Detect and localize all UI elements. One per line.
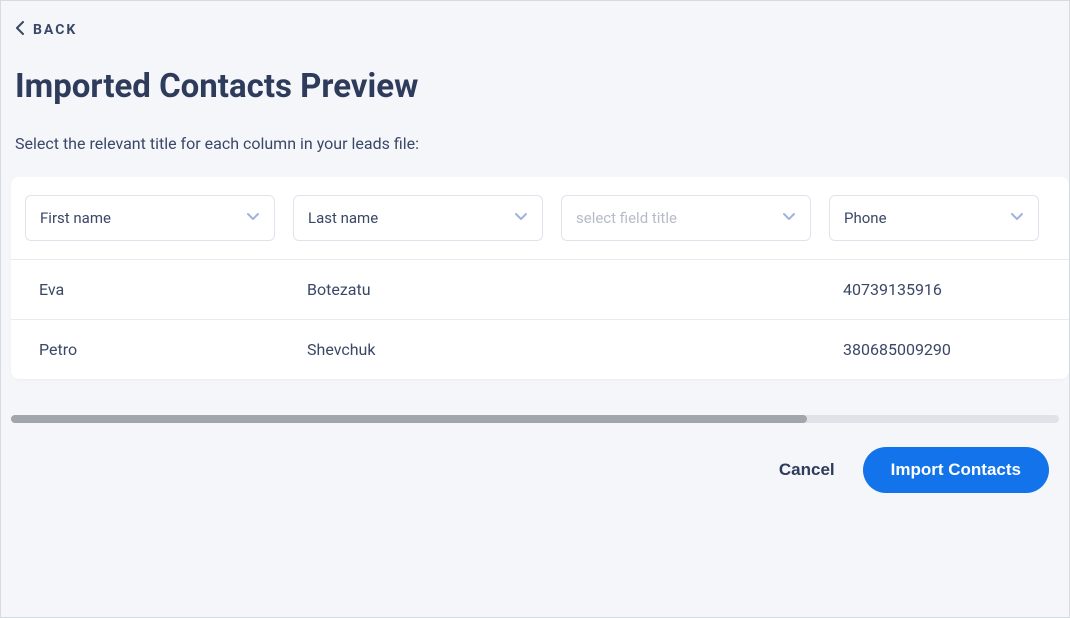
scrollbar-thumb[interactable]: [11, 415, 807, 423]
back-label: BACK: [33, 22, 77, 38]
cancel-button[interactable]: Cancel: [779, 460, 835, 480]
back-button[interactable]: BACK: [1, 1, 1069, 39]
column-select-unassigned[interactable]: select field title: [561, 195, 811, 241]
contacts-preview-table: First name Last name select field title …: [11, 177, 1069, 379]
chevron-left-icon: [15, 21, 25, 39]
cell-first-name: Eva: [25, 280, 275, 299]
chevron-down-icon: [782, 209, 796, 227]
import-contacts-button[interactable]: Import Contacts: [863, 447, 1049, 493]
cell-first-name: Petro: [25, 340, 275, 359]
select-placeholder: select field title: [576, 209, 677, 227]
select-value: Phone: [844, 209, 887, 227]
column-select-first-name[interactable]: First name: [25, 195, 275, 241]
subtitle: Select the relevant title for each colum…: [1, 106, 1069, 153]
page-title: Imported Contacts Preview: [1, 39, 1069, 106]
cell-empty: [561, 280, 811, 299]
horizontal-scrollbar[interactable]: [11, 415, 1059, 423]
import-preview-page: BACK Imported Contacts Preview Select th…: [0, 0, 1070, 618]
cell-last-name: Botezatu: [293, 280, 543, 299]
cell-last-name: Shevchuk: [293, 340, 543, 359]
table-row: Petro Shevchuk 380685009290: [11, 320, 1069, 379]
footer-actions: Cancel Import Contacts: [1, 423, 1069, 493]
column-select-last-name[interactable]: Last name: [293, 195, 543, 241]
table-row: Eva Botezatu 40739135916: [11, 260, 1069, 320]
chevron-down-icon: [246, 209, 260, 227]
chevron-down-icon: [1010, 209, 1024, 227]
column-selectors-row: First name Last name select field title …: [11, 177, 1069, 260]
cell-phone: 40739135916: [829, 280, 1039, 299]
select-value: Last name: [308, 209, 378, 227]
column-select-phone[interactable]: Phone: [829, 195, 1039, 241]
cell-phone: 380685009290: [829, 340, 1039, 359]
cell-empty: [561, 340, 811, 359]
select-value: First name: [40, 209, 111, 227]
chevron-down-icon: [514, 209, 528, 227]
